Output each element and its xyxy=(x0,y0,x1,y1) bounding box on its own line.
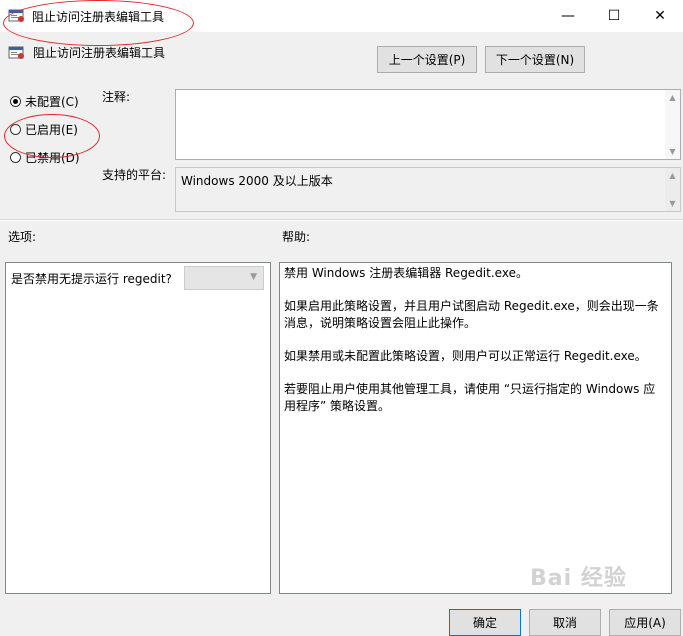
annotation-ellipse-title xyxy=(3,0,194,46)
radio-label: 未配置(C) xyxy=(25,95,79,109)
help-panel: 禁用 Windows 注册表编辑器 Regedit.exe。 如果启用此策略设置… xyxy=(279,262,672,594)
scroll-down-icon[interactable]: ▼ xyxy=(665,144,680,159)
divider xyxy=(0,219,683,221)
platform-scrollbar[interactable]: ▲ ▼ xyxy=(665,168,680,211)
chevron-down-icon: ▼ xyxy=(250,272,257,282)
help-paragraph: 如果禁用或未配置此策略设置，则用户可以正常运行 Regedit.exe。 xyxy=(284,349,647,363)
regedit-prompt: 是否禁用无提示运行 regedit? xyxy=(11,272,172,286)
radio-not-configured[interactable]: 未配置(C) xyxy=(10,93,79,110)
apply-button[interactable]: 应用(A) xyxy=(609,609,681,636)
comment-label: 注释: xyxy=(102,90,131,104)
help-paragraph: 禁用 Windows 注册表编辑器 Regedit.exe。 xyxy=(284,266,528,280)
platform-field: Windows 2000 及以上版本 ▲ ▼ xyxy=(175,167,681,212)
maximize-icon: ☐ xyxy=(607,8,621,24)
radio-circle[interactable] xyxy=(10,96,21,107)
options-label: 选项: xyxy=(8,230,37,244)
platform-value: Windows 2000 及以上版本 xyxy=(181,174,333,188)
minimize-button[interactable]: — xyxy=(545,0,591,32)
next-setting-button[interactable]: 下一个设置(N) xyxy=(485,46,585,73)
watermark-logo: Bai 经验 xyxy=(530,566,627,591)
regedit-dropdown[interactable]: ▼ xyxy=(184,266,264,290)
radio-selected-dot xyxy=(13,99,18,104)
comment-textarea[interactable]: ▲ ▼ xyxy=(175,89,681,160)
maximize-button[interactable]: ☐ xyxy=(591,0,637,32)
policy-icon xyxy=(8,46,24,59)
comment-scrollbar[interactable]: ▲ ▼ xyxy=(665,90,680,159)
help-label: 帮助: xyxy=(282,230,311,244)
cancel-button[interactable]: 取消 xyxy=(529,609,601,636)
minimize-icon: — xyxy=(561,8,575,24)
radio-circle[interactable] xyxy=(10,152,21,163)
scroll-up-icon[interactable]: ▲ xyxy=(665,168,680,183)
help-paragraph: 如果启用此策略设置，并且用户试图启动 Regedit.exe，则会出现一条消息，… xyxy=(284,299,659,330)
options-panel: 是否禁用无提示运行 regedit? ▼ xyxy=(5,262,271,594)
scroll-up-icon[interactable]: ▲ xyxy=(665,90,680,105)
ok-button[interactable]: 确定 xyxy=(449,609,521,636)
previous-setting-button[interactable]: 上一个设置(P) xyxy=(377,46,477,73)
policy-name: 阻止访问注册表编辑工具 xyxy=(33,46,166,60)
close-button[interactable]: ✕ xyxy=(637,0,683,32)
annotation-ellipse-enabled xyxy=(4,114,100,158)
help-paragraph: 若要阻止用户使用其他管理工具，请使用 “只运行指定的 Windows 应用程序”… xyxy=(284,382,656,413)
close-icon: ✕ xyxy=(654,8,666,24)
platform-label: 支持的平台: xyxy=(102,168,167,182)
scroll-down-icon[interactable]: ▼ xyxy=(665,196,680,211)
